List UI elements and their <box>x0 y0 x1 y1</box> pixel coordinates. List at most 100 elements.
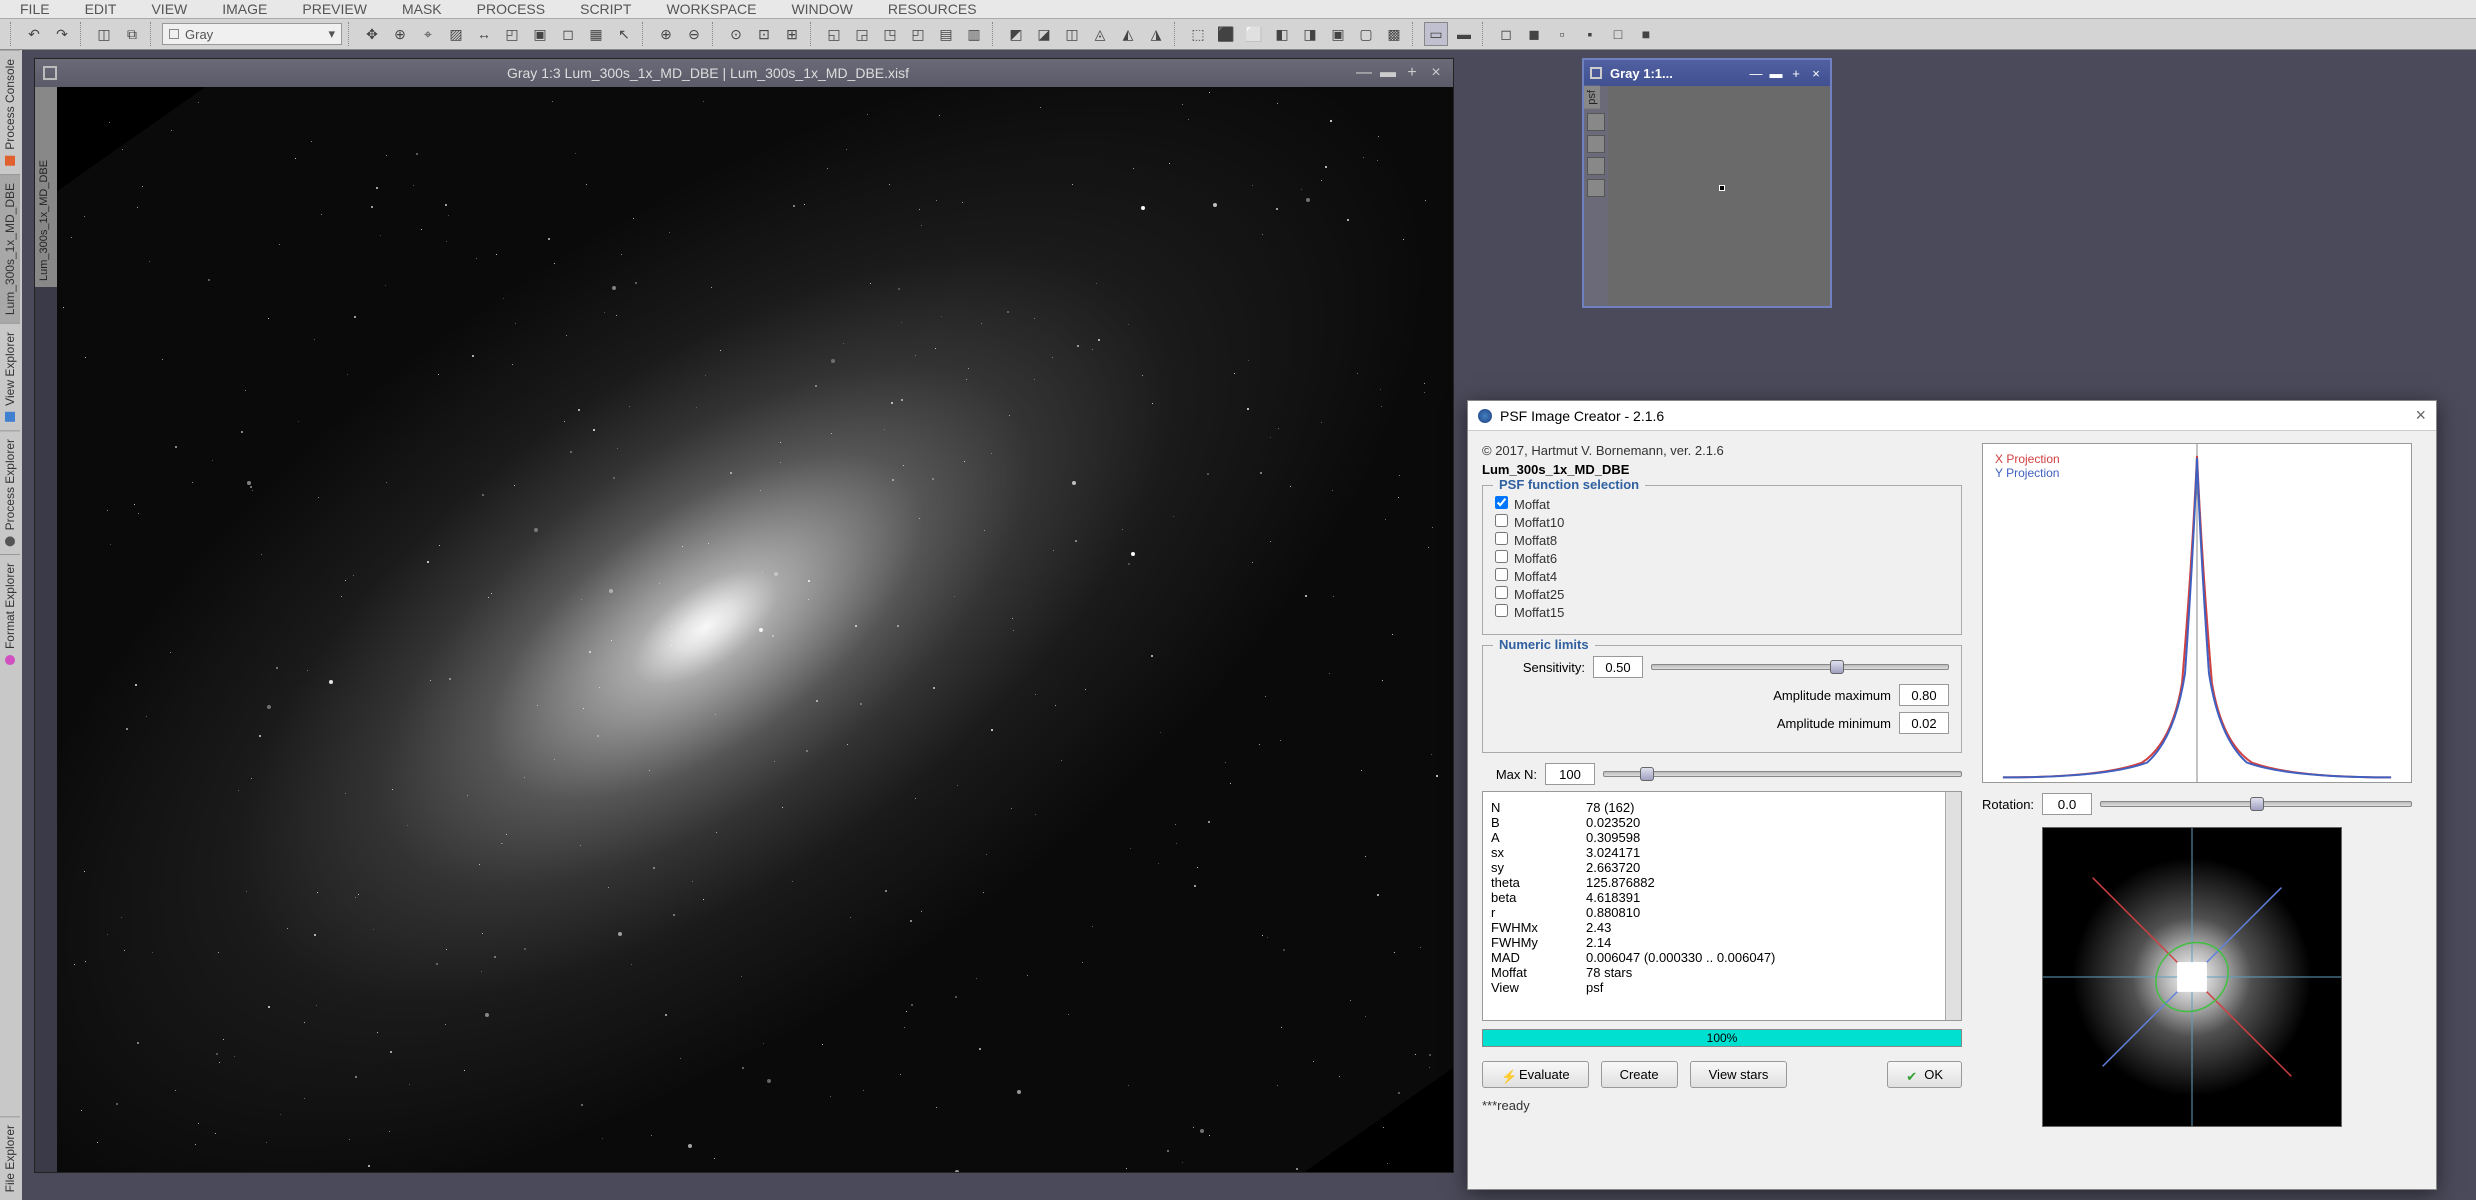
image-titlebar[interactable]: Gray 1:3 Lum_300s_1x_MD_DBE | Lum_300s_1… <box>35 59 1453 87</box>
tb23-icon[interactable]: ◻ <box>1494 22 1518 46</box>
dialog-close-icon[interactable]: × <box>2415 405 2426 426</box>
tb7-icon[interactable]: ◩ <box>1004 22 1028 46</box>
sidetab-format-explorer[interactable]: Format Explorer <box>0 554 20 673</box>
menu-workspace[interactable]: WORKSPACE <box>666 1 756 17</box>
menu-view[interactable]: VIEW <box>151 1 187 17</box>
maxn-slider[interactable] <box>1603 771 1962 777</box>
ok-button[interactable]: ✔OK <box>1887 1061 1962 1088</box>
crop-icon[interactable]: ▨ <box>444 22 468 46</box>
preview-icon[interactable]: ◰ <box>500 22 524 46</box>
tb19-icon[interactable]: ▢ <box>1354 22 1378 46</box>
psf-close-icon[interactable]: × <box>1808 66 1824 81</box>
tb21-icon[interactable]: ▭ <box>1424 22 1448 46</box>
zoomin-icon[interactable]: ⊕ <box>654 22 678 46</box>
sidetab-image[interactable]: Lum_300s_1x_MD_DBE <box>0 174 20 323</box>
psf-maximize-icon[interactable]: + <box>1788 66 1804 81</box>
tb10-icon[interactable]: ◬ <box>1088 22 1112 46</box>
psf-tool1-icon[interactable] <box>1587 113 1605 131</box>
close-icon[interactable]: × <box>1427 64 1445 82</box>
tb28-icon[interactable]: ■ <box>1634 22 1658 46</box>
chk-moffat4[interactable]: Moffat4 <box>1495 568 1949 584</box>
image-tab[interactable]: Lum_300s_1x_MD_DBE <box>35 87 57 287</box>
sidetab-process-console[interactable]: Process Console <box>0 50 20 174</box>
maxn-input[interactable] <box>1545 763 1595 785</box>
image-view[interactable]: // sprinkle stars (function(){ var area=… <box>57 87 1453 1172</box>
fit-icon[interactable]: ⌖ <box>416 22 440 46</box>
center-icon[interactable]: ⊕ <box>388 22 412 46</box>
readout-icon[interactable]: ▣ <box>528 22 552 46</box>
menu-mask[interactable]: MASK <box>402 1 442 17</box>
zoom1-icon[interactable]: ⊙ <box>724 22 748 46</box>
chk-moffat8[interactable]: Moffat8 <box>1495 532 1949 548</box>
pointer-icon[interactable]: ↖ <box>612 22 636 46</box>
evaluate-button[interactable]: ⚡Evaluate <box>1482 1061 1589 1088</box>
create-button[interactable]: Create <box>1601 1061 1678 1088</box>
redo-icon[interactable]: ↷ <box>50 22 74 46</box>
tb4-icon[interactable]: ◰ <box>906 22 930 46</box>
sensitivity-slider[interactable] <box>1651 664 1949 670</box>
tb24-icon[interactable]: ◼ <box>1522 22 1546 46</box>
grid-icon[interactable]: ▦ <box>584 22 608 46</box>
results-scrollbar[interactable] <box>1945 792 1961 1020</box>
history-icon[interactable]: ⧉ <box>120 22 144 46</box>
shade-icon[interactable]: ▬ <box>1379 64 1397 82</box>
tb15-icon[interactable]: ⬜ <box>1242 22 1266 46</box>
tb1-icon[interactable]: ◱ <box>822 22 846 46</box>
psf-tool4-icon[interactable] <box>1587 179 1605 197</box>
chk-moffat[interactable]: Moffat <box>1495 496 1949 512</box>
ampmax-input[interactable] <box>1899 684 1949 706</box>
menu-file[interactable]: FILE <box>20 1 50 17</box>
zoom11-icon[interactable]: ⊞ <box>780 22 804 46</box>
sidetab-view-explorer[interactable]: View Explorer <box>0 323 20 430</box>
psf-titlebar[interactable]: Gray 1:1... — ▬ + × <box>1584 60 1830 86</box>
zoomfit-icon[interactable]: ⊡ <box>752 22 776 46</box>
view-selector[interactable]: Gray▾ <box>162 23 342 45</box>
menu-window[interactable]: WINDOW <box>791 1 852 17</box>
menu-image[interactable]: IMAGE <box>222 1 267 17</box>
tb12-icon[interactable]: ◮ <box>1144 22 1168 46</box>
tb11-icon[interactable]: ◭ <box>1116 22 1140 46</box>
clone-icon[interactable]: ◫ <box>92 22 116 46</box>
tb14-icon[interactable]: ⬛ <box>1214 22 1238 46</box>
tb17-icon[interactable]: ◨ <box>1298 22 1322 46</box>
tb18-icon[interactable]: ▣ <box>1326 22 1350 46</box>
menu-resources[interactable]: RESOURCES <box>888 1 977 17</box>
move-icon[interactable]: ✥ <box>360 22 384 46</box>
menu-edit[interactable]: EDIT <box>85 1 117 17</box>
select-icon[interactable]: ◻ <box>556 22 580 46</box>
minimize-icon[interactable]: — <box>1355 64 1373 82</box>
tb16-icon[interactable]: ◧ <box>1270 22 1294 46</box>
tb13-icon[interactable]: ⬚ <box>1186 22 1210 46</box>
menu-process[interactable]: PROCESS <box>477 1 545 17</box>
sensitivity-input[interactable] <box>1593 656 1643 678</box>
tb8-icon[interactable]: ◪ <box>1032 22 1056 46</box>
sidetab-process-explorer[interactable]: Process Explorer <box>0 430 20 554</box>
psf-tool2-icon[interactable] <box>1587 135 1605 153</box>
dialog-titlebar[interactable]: PSF Image Creator - 2.1.6 × <box>1468 401 2436 431</box>
viewstars-button[interactable]: View stars <box>1690 1061 1788 1088</box>
tb9-icon[interactable]: ◫ <box>1060 22 1084 46</box>
zoomout-icon[interactable]: ⊖ <box>682 22 706 46</box>
tb22-icon[interactable]: ▬ <box>1452 22 1476 46</box>
sidetab-file-explorer[interactable]: File Explorer <box>0 1116 20 1200</box>
tb26-icon[interactable]: ▪ <box>1578 22 1602 46</box>
chk-moffat25[interactable]: Moffat25 <box>1495 586 1949 602</box>
tb2-icon[interactable]: ◲ <box>850 22 874 46</box>
psf-content[interactable] <box>1608 86 1830 306</box>
scroll-icon[interactable]: ↔ <box>472 22 496 46</box>
psf-shade-icon[interactable]: ▬ <box>1768 66 1784 81</box>
tb20-icon[interactable]: ▩ <box>1382 22 1406 46</box>
undo-icon[interactable]: ↶ <box>22 22 46 46</box>
tb5-icon[interactable]: ▤ <box>934 22 958 46</box>
menu-script[interactable]: SCRIPT <box>580 1 631 17</box>
maximize-icon[interactable]: + <box>1403 64 1421 82</box>
ampmin-input[interactable] <box>1899 712 1949 734</box>
chk-moffat6[interactable]: Moffat6 <box>1495 550 1949 566</box>
tb6-icon[interactable]: ▥ <box>962 22 986 46</box>
tb3-icon[interactable]: ◳ <box>878 22 902 46</box>
tb25-icon[interactable]: ▫ <box>1550 22 1574 46</box>
psf-tool3-icon[interactable] <box>1587 157 1605 175</box>
chk-moffat15[interactable]: Moffat15 <box>1495 604 1949 620</box>
menu-preview[interactable]: PREVIEW <box>302 1 367 17</box>
rotation-input[interactable] <box>2042 793 2092 815</box>
